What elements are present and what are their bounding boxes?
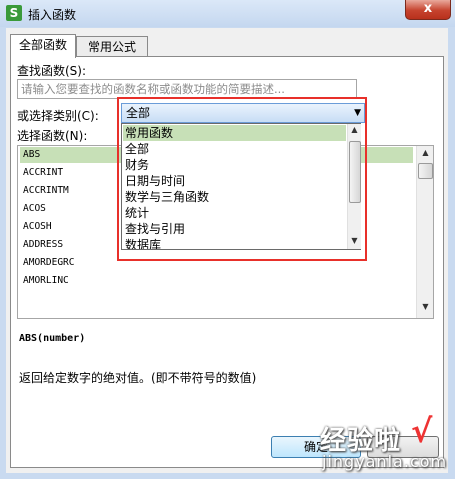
category-selected-value: 全部 [126,106,151,120]
function-syntax: ABS(number) [19,333,86,344]
scrollbar-thumb[interactable] [418,163,433,179]
close-button[interactable]: x [405,0,451,20]
search-input[interactable]: 请输入您要查找的函数名称或函数功能的简要描述... [17,79,357,99]
title-bar[interactable]: S 插入函数 x [0,0,455,27]
category-option[interactable]: 财务 [125,157,149,173]
search-label: 查找函数(S): [17,64,87,78]
scroll-up-icon[interactable]: ▲ [417,148,433,157]
scroll-down-icon[interactable]: ▼ [348,236,361,245]
category-option[interactable]: 全部 [125,141,149,157]
function-list-label: 选择函数(N): [17,129,88,143]
checkmark-icon: √ [411,412,433,450]
tab-panel: 查找函数(S): 请输入您要查找的函数名称或函数功能的简要描述... 或选择类别… [10,56,444,468]
category-dropdown-list[interactable]: 常用函数 全部 财务 日期与时间 数学与三角函数 统计 查找与引用 数据库 ▲ … [121,123,361,250]
function-description: 返回给定数字的绝对值。(即不带符号的数值) [19,371,257,385]
scrollbar-thumb[interactable] [349,141,361,203]
tab-common-formulas[interactable]: 常用公式 [76,36,148,57]
category-option[interactable]: 查找与引用 [125,221,185,237]
chevron-down-icon[interactable]: ▼ [354,104,361,122]
dropdown-scrollbar[interactable]: ▲ ▼ [347,124,361,249]
category-option[interactable]: 日期与时间 [125,173,185,189]
category-label: 或选择类别(C): [17,109,99,123]
window-title: 插入函数 [28,8,77,22]
list-item[interactable]: AMORDEGRC [20,255,413,271]
watermark-url: jingyanla.com [322,452,448,471]
scroll-down-icon[interactable]: ▼ [417,302,433,311]
app-logo-icon: S [6,5,22,21]
scroll-up-icon[interactable]: ▲ [348,125,361,134]
tab-all-functions[interactable]: 全部函数 [10,34,76,58]
category-option[interactable]: 数学与三角函数 [125,189,209,205]
category-select[interactable]: 全部 ▼ [121,103,365,123]
category-option[interactable]: 统计 [125,205,149,221]
list-item[interactable]: AMORLINC [20,273,413,289]
function-list-scrollbar[interactable]: ▲ ▼ [416,146,433,318]
category-option[interactable]: 常用函数 [123,125,346,141]
dialog-body: 全部函数 常用公式 查找函数(S): 请输入您要查找的函数名称或函数功能的简要描… [6,28,448,473]
category-option[interactable]: 数据库 [125,237,161,249]
